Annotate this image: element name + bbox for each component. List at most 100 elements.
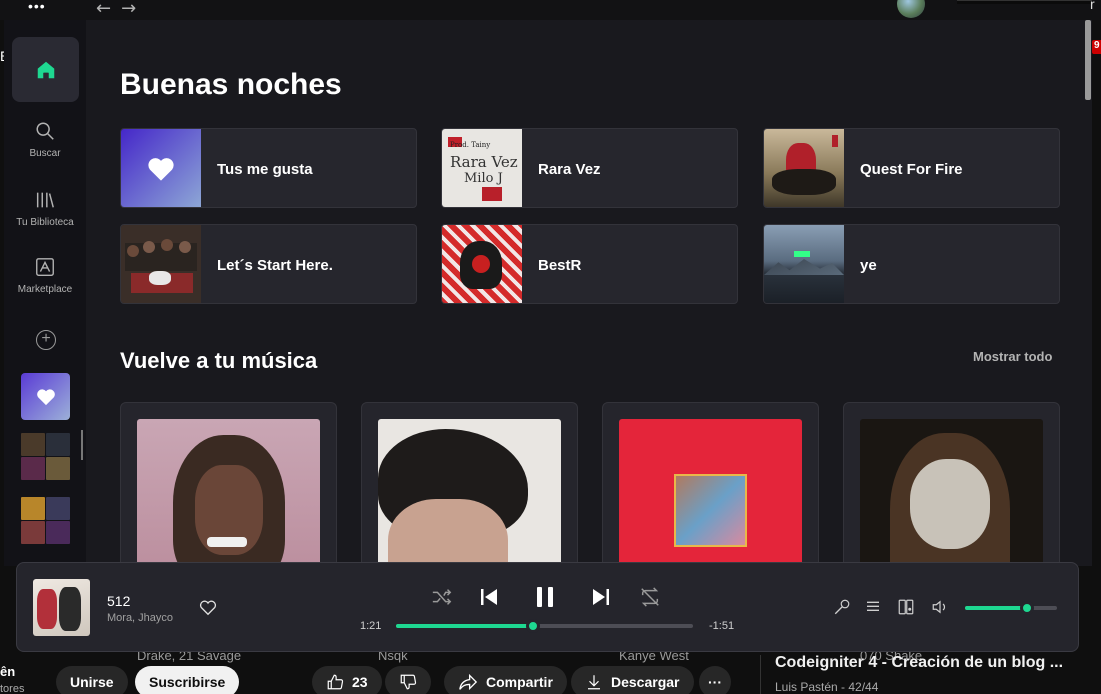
join-button[interactable]: Unirse xyxy=(56,666,128,694)
page-title: Buenas noches xyxy=(120,68,342,101)
tile-label: Rara Vez xyxy=(538,161,601,178)
progress-bar[interactable] xyxy=(396,619,693,633)
now-playing-cover[interactable] xyxy=(33,579,90,636)
quick-tile-liked[interactable]: Tus me gusta xyxy=(120,128,417,208)
sidebar-item-home[interactable] xyxy=(12,37,79,102)
search-icon xyxy=(36,122,54,140)
album-card-3[interactable] xyxy=(602,402,819,566)
progress-knob[interactable] xyxy=(525,619,540,633)
album-cover xyxy=(619,419,802,566)
main-content: Buenas noches Tus me gusta Prod. Tainy R… xyxy=(86,20,1092,566)
tile-cover xyxy=(764,225,844,303)
shuffle-icon[interactable] xyxy=(431,587,453,607)
sidebar-item-label: Marketplace xyxy=(17,284,73,295)
repeat-off-icon[interactable] xyxy=(639,586,661,608)
album-card-2[interactable] xyxy=(361,402,578,566)
volume-icon[interactable] xyxy=(931,598,949,616)
queue-icon[interactable] xyxy=(865,599,881,615)
sidebar-playlist-mix-1[interactable] xyxy=(21,433,70,480)
share-label: Compartir xyxy=(486,674,553,690)
remaining-time: -1:51 xyxy=(709,620,735,632)
next-track-icon[interactable] xyxy=(591,587,611,607)
sidebar-item-library[interactable]: Tu Biblioteca xyxy=(4,189,86,228)
library-icon xyxy=(36,192,54,208)
sidebar: Buscar Tu Biblioteca Marketplace + xyxy=(4,20,86,566)
dislike-button[interactable] xyxy=(385,666,431,694)
album-card-4[interactable] xyxy=(843,402,1060,566)
microphone-icon[interactable] xyxy=(833,598,851,616)
join-label: Unirse xyxy=(70,674,114,690)
previous-track-icon[interactable] xyxy=(479,587,499,607)
more-actions-button[interactable]: ··· xyxy=(699,666,731,694)
cover-text: Prod. Tainy xyxy=(450,141,491,149)
navigation-arrows: ← → xyxy=(96,0,136,19)
channel-name-fragment: ên xyxy=(0,664,16,679)
channel-subs-fragment: tores xyxy=(0,683,25,694)
tile-cover xyxy=(121,225,201,303)
tile-label: Quest For Fire xyxy=(860,161,963,178)
sidebar-playlist-mix-2[interactable] xyxy=(21,497,70,544)
download-label: Descargar xyxy=(611,674,680,690)
divider xyxy=(760,655,761,694)
forward-arrow-icon[interactable]: → xyxy=(121,0,136,19)
sidebar-item-label: Buscar xyxy=(29,148,61,159)
sidebar-item-marketplace[interactable]: Marketplace xyxy=(4,256,86,295)
share-button[interactable]: Compartir xyxy=(444,666,567,694)
download-button[interactable]: Descargar xyxy=(571,666,694,694)
pause-icon[interactable] xyxy=(533,585,557,609)
sidebar-scrollbar[interactable] xyxy=(81,430,83,460)
volume-slider[interactable] xyxy=(965,601,1057,615)
tile-cover xyxy=(764,129,844,207)
subscribe-button[interactable]: Suscribirse xyxy=(135,666,240,694)
tile-label: Let´s Start Here. xyxy=(217,257,333,274)
heart-outline-icon[interactable] xyxy=(199,599,217,616)
progress-fill xyxy=(396,624,533,628)
now-playing-bar: 512 Mora, Jhayco 1:21 -1:51 xyxy=(16,562,1079,652)
share-icon xyxy=(459,673,478,691)
volume-fill xyxy=(965,606,1027,610)
cover-text: Rara Vez xyxy=(450,153,518,171)
like-count: 23 xyxy=(352,674,368,690)
album-card-1[interactable] xyxy=(120,402,337,566)
quick-tile-rara-vez[interactable]: Prod. Tainy Rara Vez Milo J Rara Vez xyxy=(441,128,738,208)
heart-icon xyxy=(148,158,174,181)
quick-tile-bestr[interactable]: BestR xyxy=(441,224,738,304)
quick-tile-ye[interactable]: ye xyxy=(763,224,1060,304)
home-icon xyxy=(37,61,54,78)
elapsed-time: 1:21 xyxy=(360,620,382,632)
title-bar: ••• ← → r xyxy=(0,0,1101,20)
connect-device-icon[interactable] xyxy=(897,598,915,616)
notification-badge: 9 xyxy=(1092,40,1101,54)
right-page-edge xyxy=(1092,20,1101,680)
menu-dots-icon[interactable]: ••• xyxy=(28,0,46,14)
tile-cover xyxy=(442,225,522,303)
tile-cover: Prod. Tainy Rara Vez Milo J xyxy=(442,129,522,207)
up-next-title[interactable]: Codeigniter 4 - Creación de un blog ... xyxy=(775,654,1063,672)
create-playlist-icon[interactable]: + xyxy=(36,330,56,350)
thumbs-down-icon xyxy=(400,674,417,690)
cover-text: Milo J xyxy=(464,171,503,186)
more-icon: ··· xyxy=(708,674,722,690)
album-cover xyxy=(860,419,1043,566)
now-playing-title[interactable]: 512 xyxy=(107,593,130,609)
sidebar-item-search[interactable]: Buscar xyxy=(4,120,86,159)
user-avatar[interactable] xyxy=(897,0,925,18)
volume-knob[interactable] xyxy=(1019,601,1034,615)
sidebar-playlist-liked[interactable] xyxy=(21,373,70,420)
window-strip xyxy=(957,0,1092,4)
quick-tile-lets-start-here[interactable]: Let´s Start Here. xyxy=(120,224,417,304)
thumbs-up-icon xyxy=(327,674,344,690)
main-scrollbar[interactable] xyxy=(1085,20,1091,100)
section-title: Vuelve a tu música xyxy=(120,348,318,373)
show-all-link[interactable]: Mostrar todo xyxy=(973,349,1052,364)
subscribe-label: Suscribirse xyxy=(149,674,226,690)
back-arrow-icon[interactable]: ← xyxy=(96,0,111,19)
tile-label: Tus me gusta xyxy=(217,161,313,178)
marketplace-icon xyxy=(36,258,54,276)
album-cover xyxy=(378,419,561,566)
now-playing-artist[interactable]: Mora, Jhayco xyxy=(107,612,173,624)
up-next-meta: Luis Pastén - 42/44 xyxy=(775,680,879,694)
like-button[interactable]: 23 xyxy=(312,666,382,694)
quick-tile-quest-for-fire[interactable]: Quest For Fire xyxy=(763,128,1060,208)
download-icon xyxy=(588,675,600,690)
